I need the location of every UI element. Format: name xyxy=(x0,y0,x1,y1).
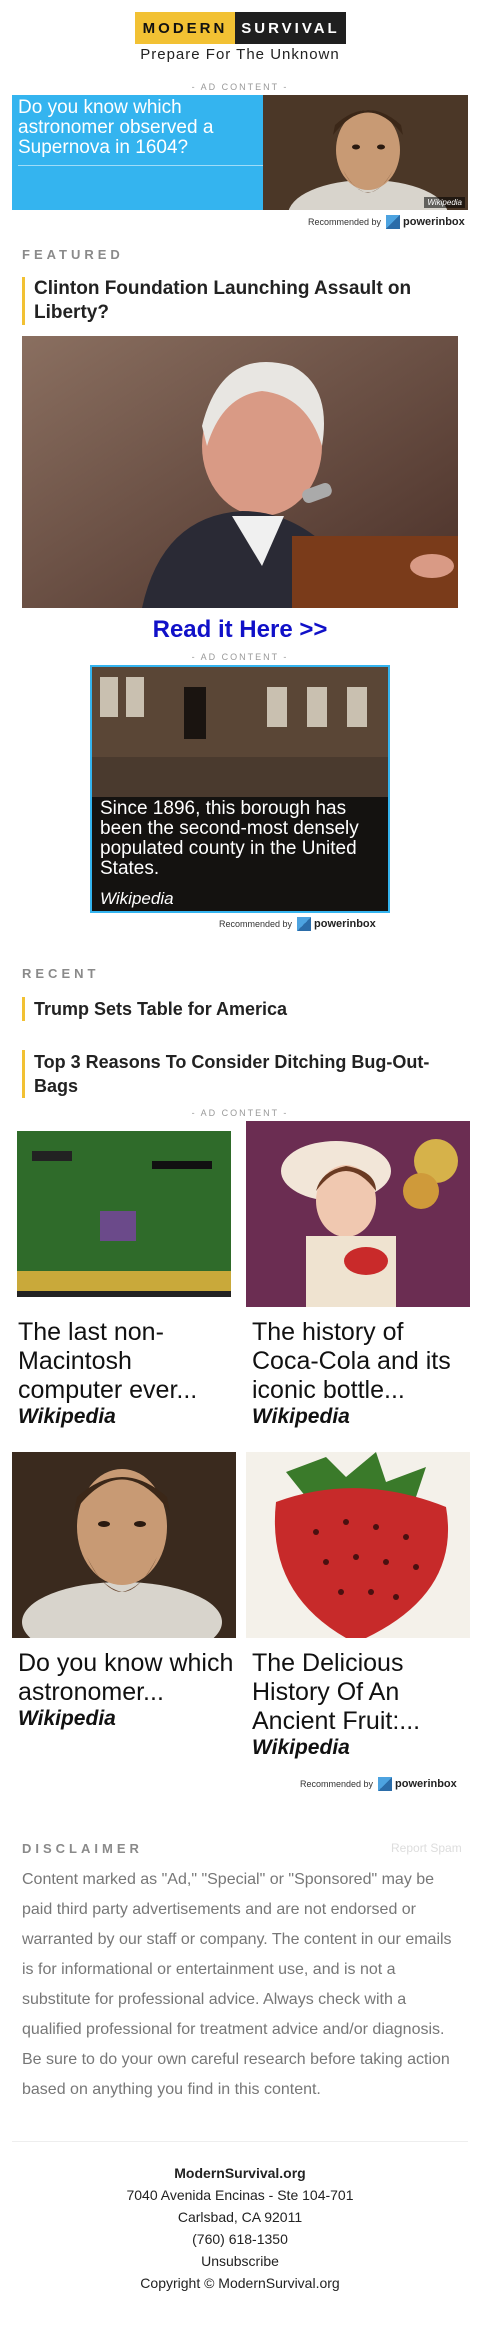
recommended-by-powerinbox[interactable]: Recommended by powerinbox xyxy=(219,917,376,931)
recommended-by-powerinbox[interactable]: Recommended by powerinbox xyxy=(300,1777,457,1791)
site-logo[interactable]: MODERN SURVIVAL xyxy=(135,12,346,44)
footer-copyright: Copyright © ModernSurvival.org xyxy=(140,2275,340,2291)
powerinbox-icon xyxy=(386,215,401,229)
ad-content-label: - AD CONTENT - xyxy=(191,1108,289,1118)
ad-card-computer[interactable]: The last non-Macintosh computer ever... … xyxy=(12,1121,236,1429)
ad-borough-text: Since 1896, this borough has been the se… xyxy=(100,798,359,879)
featured-headline-link[interactable]: Clinton Foundation Launching Assault on … xyxy=(22,277,442,325)
report-spam-link[interactable]: Report Spam xyxy=(391,1841,462,1855)
featured-section-label: FEATURED xyxy=(22,247,124,262)
ad-card-source: Wikipedia xyxy=(18,1707,116,1730)
disclaimer-text: Content marked as "Ad," "Special" or "Sp… xyxy=(22,1871,452,2098)
ad-borough-source: Wikipedia xyxy=(100,889,174,908)
ad-card-caption: The Delicious History Of An Ancient Frui… xyxy=(252,1649,421,1735)
recent-article-link-2[interactable]: Top 3 Reasons To Consider Ditching Bug-O… xyxy=(22,1050,472,1098)
logo-word-survival: SURVIVAL xyxy=(235,12,346,44)
featured-hero-image[interactable] xyxy=(22,336,458,608)
powerinbox-icon xyxy=(297,917,312,931)
ad-card-source: Wikipedia xyxy=(252,1736,350,1759)
powerinbox-icon xyxy=(378,1777,393,1791)
ad-banner-borough[interactable]: Since 1896, this borough has been the se… xyxy=(90,665,390,913)
recommended-by-label: Recommended by xyxy=(219,919,293,929)
powerinbox-logo: powerinbox xyxy=(297,917,376,931)
footer-divider xyxy=(12,2141,468,2142)
recent-article-link-1[interactable]: Trump Sets Table for America xyxy=(22,997,462,1021)
ad-banner-text: Do you know which astronomer observed a … xyxy=(18,97,214,158)
powerinbox-logo: powerinbox xyxy=(386,215,465,229)
ad-card-coca-cola[interactable]: The history of Coca-Cola and its iconic … xyxy=(246,1121,470,1429)
footer-address-line2: Carlsbad, CA 92011 xyxy=(177,2209,303,2225)
computer-board-image xyxy=(12,1121,236,1307)
ad-banner-source: Wikipedia xyxy=(424,197,465,208)
ad-content-label: - AD CONTENT - xyxy=(191,652,289,662)
footer-phone: (760) 618-1350 xyxy=(192,2231,288,2247)
footer-address-line1: 7040 Avenida Encinas - Ste 104-701 xyxy=(126,2187,354,2203)
coca-cola-poster-image xyxy=(246,1121,470,1307)
astronomer-portrait-image xyxy=(12,1452,236,1662)
ad-content-label: - AD CONTENT - xyxy=(191,82,289,92)
ad-card-fruit[interactable]: The Delicious History Of An Ancient Frui… xyxy=(246,1452,470,1760)
read-it-here-link[interactable]: Read it Here >> xyxy=(0,616,480,644)
site-tagline: Prepare For The Unknown xyxy=(140,46,340,63)
logo-word-modern: MODERN xyxy=(135,12,235,44)
recent-section-label: RECENT xyxy=(22,966,100,981)
strawberry-image xyxy=(246,1452,470,1638)
recommended-by-label: Recommended by xyxy=(300,1779,374,1789)
ad-card-source: Wikipedia xyxy=(18,1405,116,1428)
ad-card-caption: Do you know which astronomer... xyxy=(18,1649,234,1706)
ad-card-caption: The history of Coca-Cola and its iconic … xyxy=(252,1318,451,1404)
ad-banner-divider xyxy=(18,165,268,166)
powerinbox-logo: powerinbox xyxy=(378,1777,457,1791)
astronomer-portrait-image xyxy=(263,95,468,210)
ad-banner-astronomer[interactable]: Do you know which astronomer observed a … xyxy=(12,95,468,210)
ad-card-source: Wikipedia xyxy=(252,1405,350,1428)
footer-org-name: ModernSurvival.org xyxy=(174,2165,306,2181)
recommended-by-label: Recommended by xyxy=(308,217,382,227)
ad-card-astronomer[interactable]: Do you know which astronomer... Wikipedi… xyxy=(12,1452,236,1731)
recommended-by-powerinbox[interactable]: Recommended by powerinbox xyxy=(308,215,465,229)
unsubscribe-link[interactable]: Unsubscribe xyxy=(0,2253,480,2269)
ad-card-caption: The last non-Macintosh computer ever... xyxy=(18,1318,198,1404)
disclaimer-section-label: DISCLAIMER xyxy=(22,1841,143,1856)
